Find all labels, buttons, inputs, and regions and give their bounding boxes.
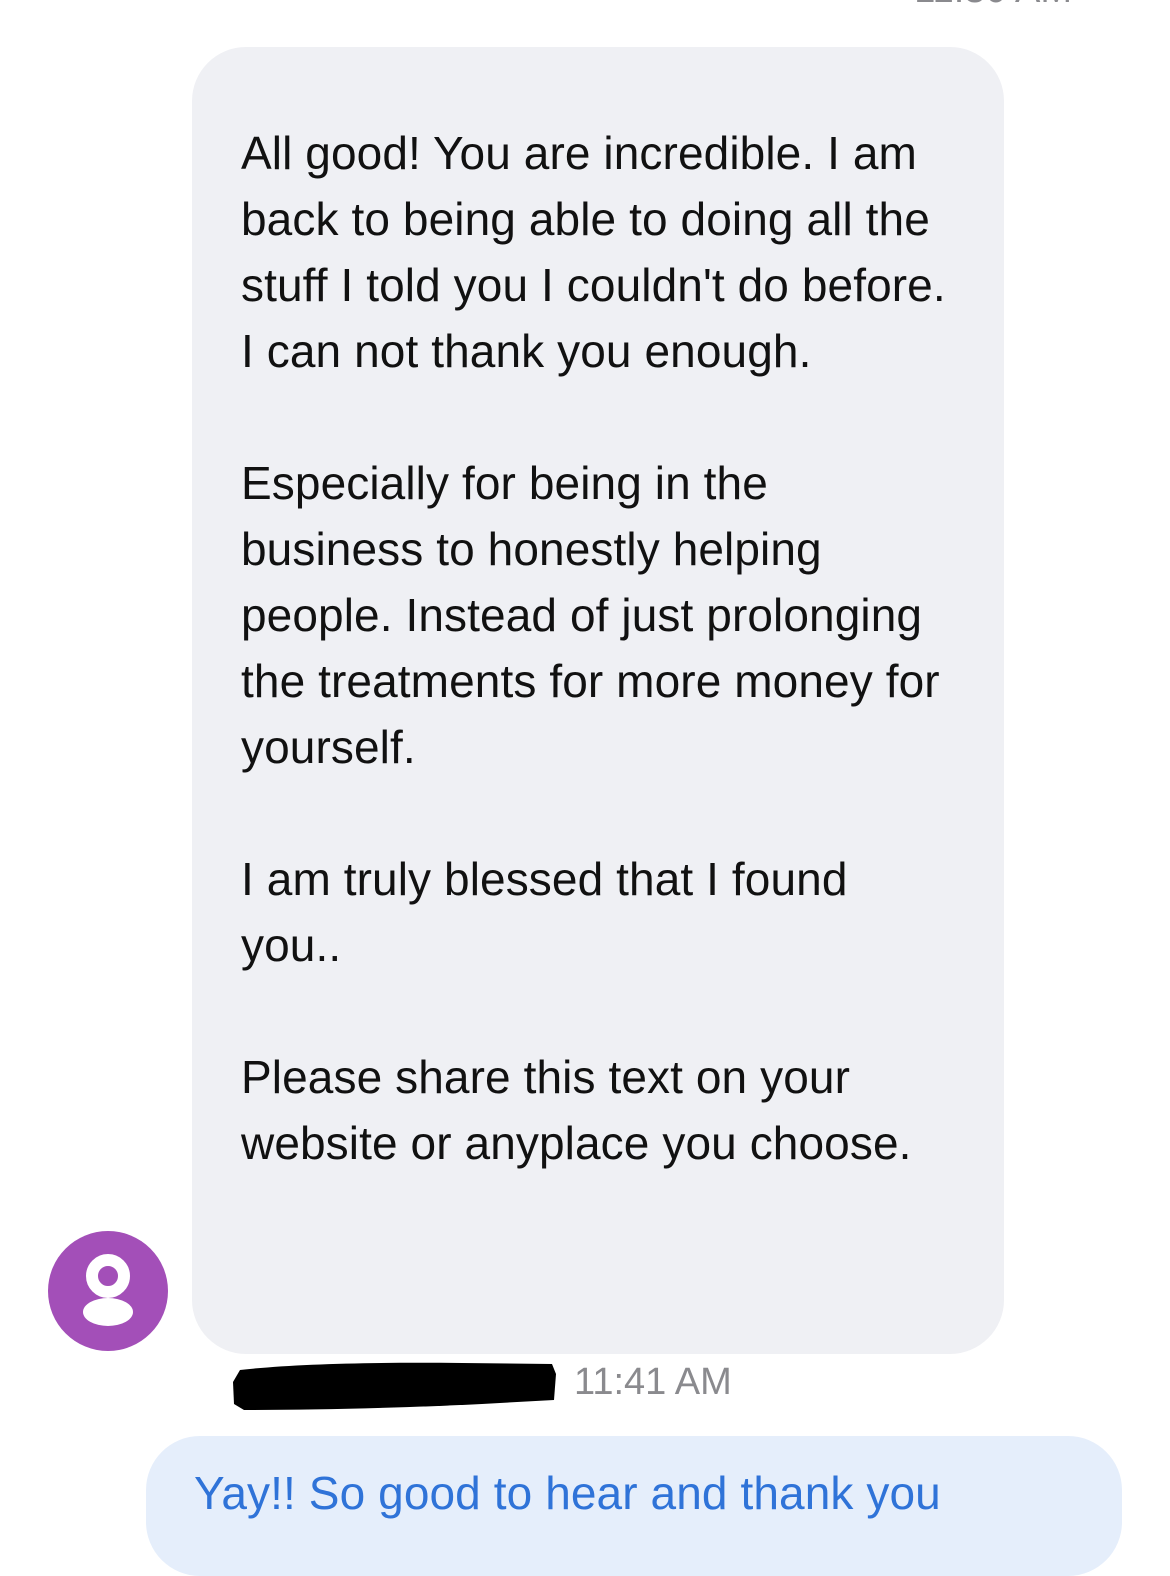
message-paragraph: Please share this text on your website o… <box>241 1051 912 1169</box>
message-paragraph: Especially for being in the business to … <box>241 457 940 773</box>
person-icon <box>83 1254 133 1326</box>
message-paragraph: I am truly blessed that I found you.. <box>241 853 848 971</box>
message-timestamp: 11:41 AM <box>574 1361 732 1403</box>
message-paragraph: All good! You are incredible. I am back … <box>241 127 946 377</box>
contact-avatar[interactable] <box>48 1231 168 1351</box>
incoming-message-bubble[interactable]: All good! You are incredible. I am back … <box>192 47 1004 1354</box>
previous-timestamp: 11:30 AM <box>914 0 1072 10</box>
outgoing-message-bubble[interactable]: Yay!! So good to hear and thank you <box>146 1436 1122 1576</box>
outgoing-message-text: Yay!! So good to hear and thank you <box>194 1467 941 1519</box>
redacted-sender-name <box>233 1362 556 1410</box>
